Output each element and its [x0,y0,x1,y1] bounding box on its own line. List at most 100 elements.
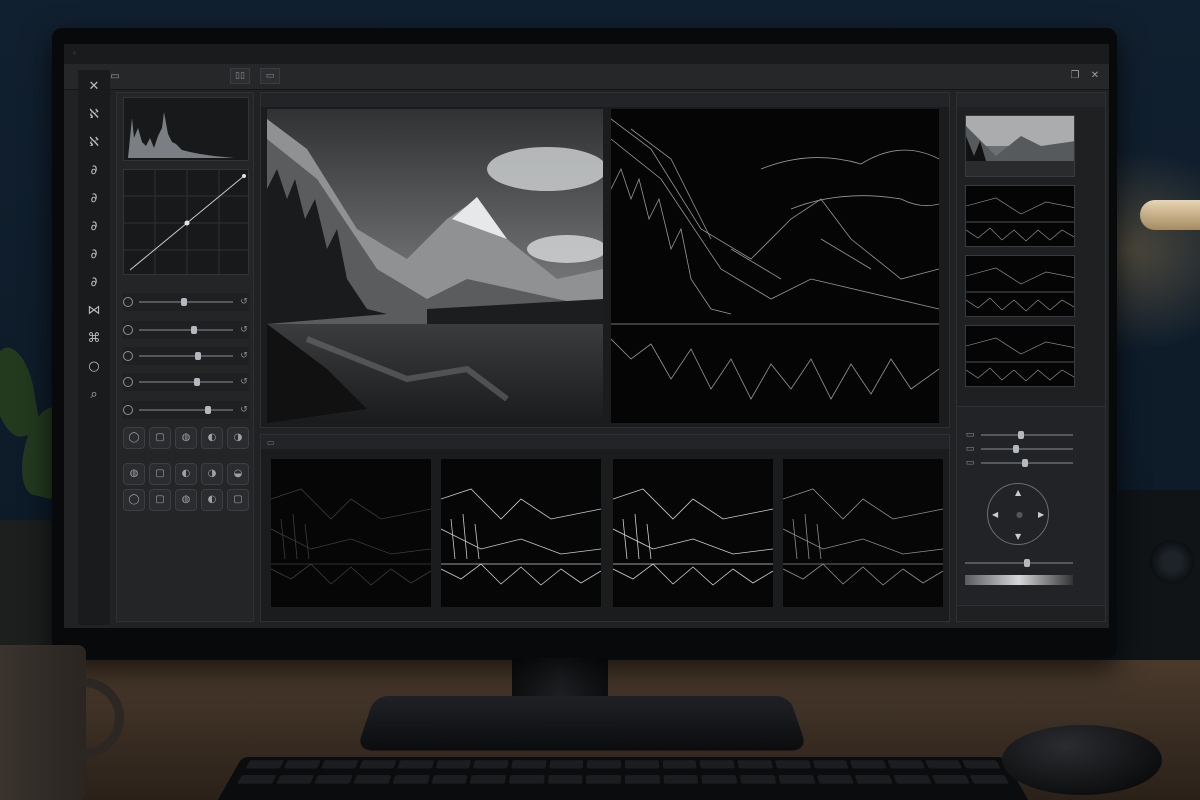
slider-knob-icon[interactable] [123,351,133,361]
window-menu-icon[interactable]: ◦ [72,50,80,58]
bottom-slider[interactable] [965,557,1073,569]
preset-button[interactable]: ▢ [149,463,171,485]
slider-4[interactable]: ↺ [123,373,249,391]
slider-5[interactable]: ↺ [123,401,249,419]
slider-track[interactable] [139,298,233,306]
preset-button[interactable]: ◐ [201,489,223,511]
slider-reset-icon[interactable]: ↺ [239,351,249,361]
slider-reset-icon[interactable]: ↺ [239,377,249,387]
tool-7-icon[interactable]: ∂ [85,274,103,292]
slider-track[interactable] [981,459,1073,467]
transform-slider[interactable]: ▭ [965,443,1073,455]
preset-button[interactable]: ◒ [227,463,249,485]
slider-icon: ▭ [965,430,975,440]
close-icon[interactable]: ✕ [1088,69,1102,83]
variant-thumbnail[interactable] [965,185,1075,247]
filter-thumbnail[interactable] [613,459,773,607]
transform-slider[interactable]: ▭ [965,457,1073,469]
tool-10-icon[interactable]: ○ [85,358,103,376]
slider-knob-icon[interactable] [123,405,133,415]
preset-button[interactable]: ◍ [175,427,197,449]
slider-2[interactable]: ↺ [123,321,249,339]
slider-reset-icon[interactable]: ↺ [239,325,249,335]
variant-thumbnail[interactable] [965,255,1075,317]
tool-2-icon[interactable]: ℵ [85,134,103,152]
slider-thumb[interactable] [195,352,202,360]
slider-knob-icon[interactable] [123,297,133,307]
tool-9-icon[interactable]: ⌘ [85,330,103,348]
slider-knob-icon[interactable] [123,325,133,335]
preset-button[interactable]: ▢ [149,489,171,511]
center-dot-icon[interactable]: ● [1016,510,1023,519]
desk-scene: ◦ ▭ ▯▯ ▭ ❐ ✕ ✕ ℵ ℵ ∂ ∂ ∂ ∂ ∂ ⋈ ⌘ ○ ⌕ ↺ ↺… [0,0,1200,800]
slider-1[interactable]: ↺ [123,293,249,311]
transform-slider[interactable]: ▭ [965,429,1073,441]
zoom-tool-icon[interactable]: ⌕ [85,386,103,404]
slider-track[interactable] [139,326,233,334]
slider-icon: ▭ [965,444,975,454]
arrow-right-icon[interactable]: ▶ [1038,510,1044,519]
image-viewer [260,92,950,428]
tool-4-icon[interactable]: ∂ [85,190,103,208]
slider-reset-icon[interactable]: ↺ [239,405,249,415]
preset-button-grid: ◍ ▢ ◐ ◑ ◒ ◯ ▢ ◍ ◐ ▢ [123,463,249,511]
filter-thumbnail[interactable] [441,459,601,607]
histogram [123,97,249,161]
slider-thumb[interactable] [1013,445,1020,453]
preset-button[interactable]: ◍ [123,463,145,485]
slider-track[interactable] [139,352,233,360]
preset-button[interactable]: ◑ [201,463,223,485]
tone-curve[interactable] [123,169,250,276]
slider-3[interactable]: ↺ [123,347,249,365]
original-image[interactable] [267,109,603,423]
variants-toolbar [957,93,1105,107]
layout-split-button[interactable]: ▯▯ [230,68,250,84]
slider-track[interactable] [965,559,1073,567]
layout-single-button[interactable]: ▭ [260,68,280,84]
filter-thumbnail[interactable] [271,459,431,607]
preset-button[interactable]: ◯ [123,489,145,511]
slider-thumb[interactable] [1017,431,1024,439]
arrow-up-icon[interactable]: ▲ [1015,488,1021,497]
slider-knob-icon[interactable] [123,377,133,387]
gradient-preview [965,575,1073,585]
tool-6-icon[interactable]: ∂ [85,246,103,264]
slider-thumb[interactable] [190,326,197,334]
preset-button[interactable]: ◐ [201,427,223,449]
restore-icon[interactable]: ❐ [1068,69,1082,83]
strip-menu-icon[interactable]: ▭ [267,438,275,447]
variant-thumbnail[interactable] [965,325,1075,387]
filter-thumbnail[interactable] [783,459,943,607]
slider-track[interactable] [139,378,233,386]
slider-thumb[interactable] [181,298,188,306]
preset-button[interactable]: ◑ [227,427,249,449]
slider-track[interactable] [981,445,1073,453]
arrow-left-icon[interactable]: ◀ [992,510,998,519]
viewer-toolbar [261,93,949,107]
slider-thumb[interactable] [1024,559,1031,567]
tool-3-icon[interactable]: ∂ [85,162,103,180]
slider-thumb[interactable] [193,378,200,386]
tool-1-icon[interactable]: ℵ [85,106,103,124]
keyboard [212,756,1034,800]
folder-icon[interactable]: ▭ [108,70,122,84]
preset-button[interactable]: ◍ [175,489,197,511]
app-header: ▭ ▯▯ ▭ ❐ ✕ [64,64,1109,90]
slider-thumb[interactable] [1022,459,1029,467]
variant-thumbnail-original[interactable] [965,115,1075,177]
close-tool-icon[interactable]: ✕ [85,78,103,96]
preset-button[interactable]: ▢ [149,427,171,449]
preset-button[interactable]: ▢ [227,489,249,511]
direction-pad[interactable]: ▲ ▼ ◀ ▶ ● [987,483,1049,545]
preset-button[interactable]: ◯ [123,427,145,449]
slider-track[interactable] [139,406,233,414]
tool-5-icon[interactable]: ∂ [85,218,103,236]
arrow-down-icon[interactable]: ▼ [1015,532,1021,541]
preset-button[interactable]: ◐ [175,463,197,485]
slider-reset-icon[interactable]: ↺ [239,297,249,307]
slider-icon: ▭ [965,458,975,468]
edge-detected-image[interactable] [611,109,939,423]
slider-track[interactable] [981,431,1073,439]
tool-8-icon[interactable]: ⋈ [85,302,103,320]
slider-thumb[interactable] [204,406,211,414]
